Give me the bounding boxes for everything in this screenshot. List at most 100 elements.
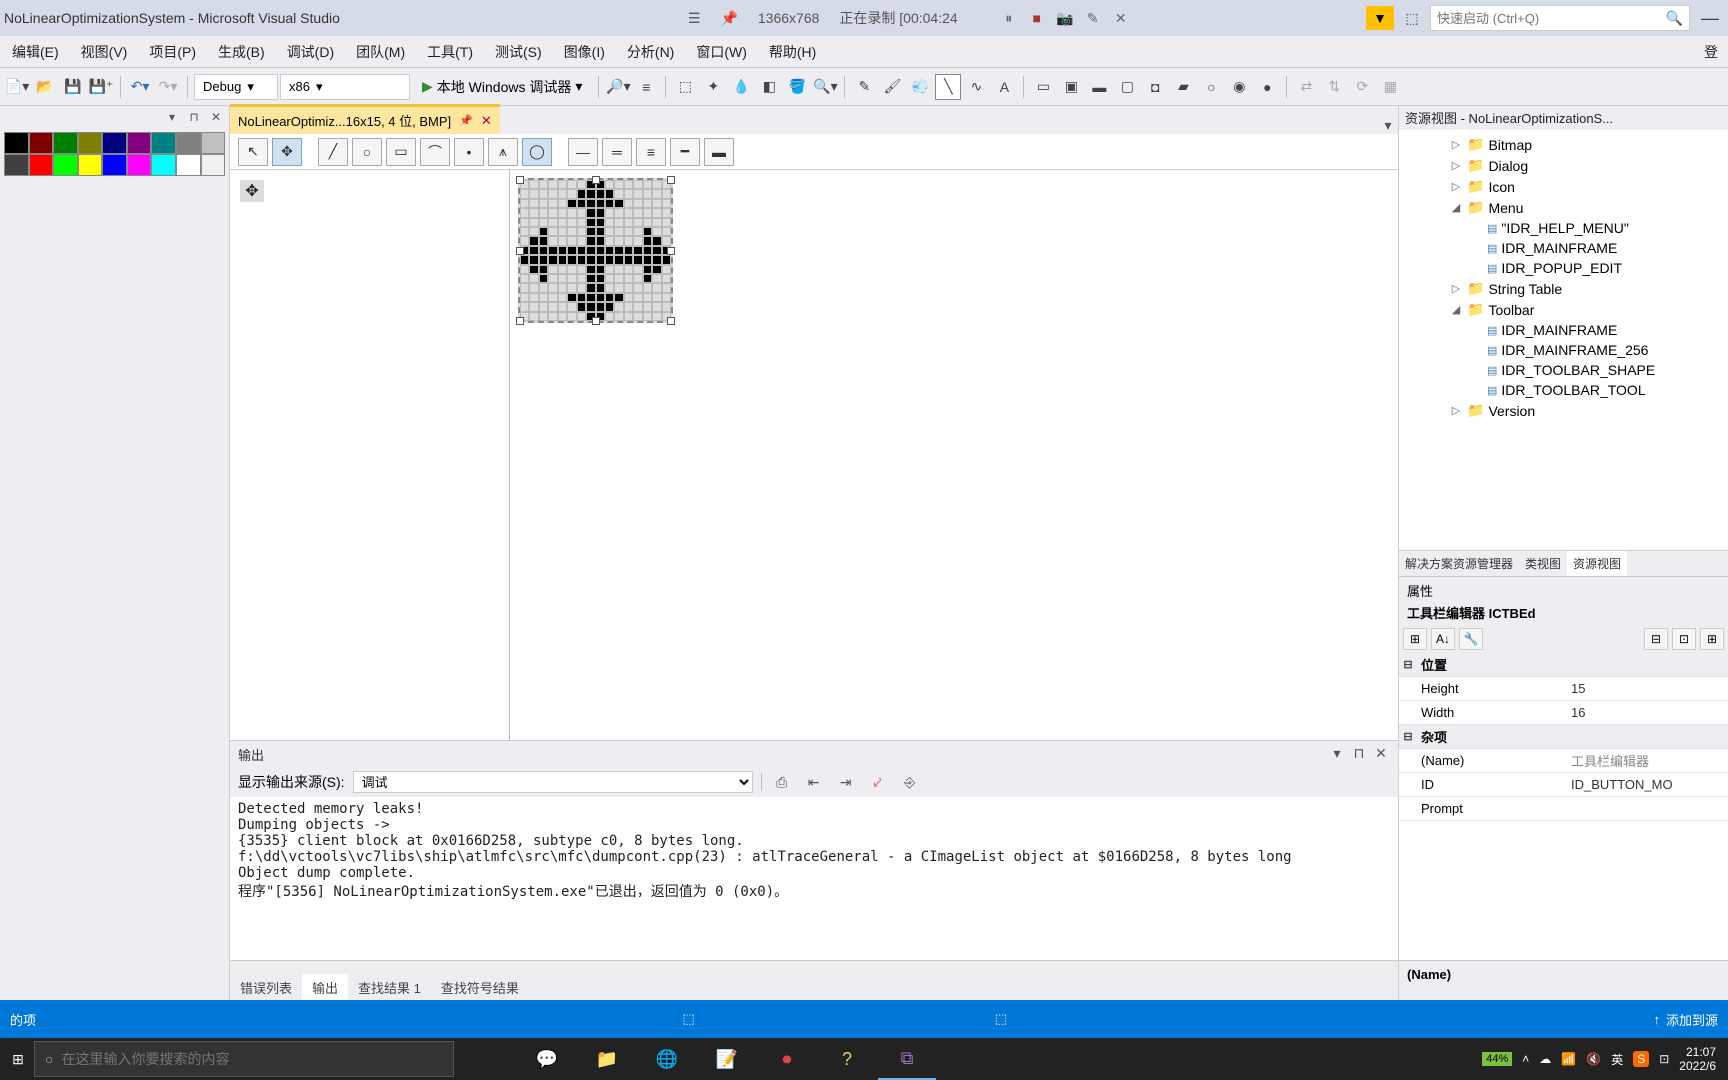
color-swatch[interactable] <box>102 154 127 176</box>
tray-misc-icon[interactable]: ⊡ <box>1659 1052 1669 1066</box>
tab-error-list[interactable]: 错误列表 <box>230 974 302 1000</box>
text-tool-icon[interactable]: A <box>991 74 1017 100</box>
menu-analyze[interactable]: 分析(N) <box>617 38 684 66</box>
color-swatch[interactable] <box>151 154 176 176</box>
shape-polyline-icon[interactable]: ⩚ <box>488 138 518 166</box>
rotate-icon[interactable]: ⟳ <box>1349 74 1375 100</box>
output-indent-left-icon[interactable]: ⇤ <box>802 771 826 793</box>
bitmap-thumbnail[interactable]: ✥ <box>240 180 264 202</box>
taskbar-app-browser[interactable]: 🌐 <box>638 1038 696 1080</box>
tree-node[interactable]: ▷📁String Table <box>1399 278 1728 299</box>
tree-node[interactable]: ▤IDR_MAINFRAME_256 <box>1399 340 1728 360</box>
hamburger-icon[interactable]: ☰ <box>688 10 701 27</box>
tray-cloud-icon[interactable]: ☁ <box>1539 1052 1551 1066</box>
rect-fill-icon[interactable]: ▬ <box>1086 74 1112 100</box>
prop-val-id[interactable]: ID_BUTTON_MO <box>1567 777 1728 792</box>
taskbar-app-notes[interactable]: 📝 <box>698 1038 756 1080</box>
menu-window[interactable]: 窗口(W) <box>686 38 757 66</box>
menu-team[interactable]: 团队(M) <box>346 38 415 66</box>
start-button[interactable]: ⊞ <box>4 1045 32 1073</box>
brush-icon[interactable]: 🖌 <box>879 74 905 100</box>
tree-node[interactable]: ▷📁Bitmap <box>1399 134 1728 155</box>
color-swatch[interactable] <box>102 132 127 154</box>
tab-close-icon[interactable]: ✕ <box>481 113 492 129</box>
rect-fill-outline-icon[interactable]: ▣ <box>1058 74 1084 100</box>
color-swatch[interactable] <box>4 154 29 176</box>
new-item-icon[interactable]: 📄▾ <box>4 74 30 100</box>
output-dropdown-icon[interactable]: ▾ <box>1328 745 1346 763</box>
panel-pin-icon[interactable]: ⊓ <box>185 108 203 126</box>
fill-icon[interactable]: 🪣 <box>784 74 810 100</box>
props-categorize-icon[interactable]: ⊞ <box>1403 628 1427 650</box>
resize-handle[interactable] <box>667 247 675 255</box>
tree-node[interactable]: ▤IDR_TOOLBAR_TOOL <box>1399 380 1728 400</box>
minimize-button[interactable]: — <box>1696 8 1724 29</box>
notification-flag-icon[interactable]: ▼ <box>1366 6 1394 30</box>
shape-circle-icon[interactable]: ○ <box>352 138 382 166</box>
pencil-icon[interactable]: ✎ <box>1082 7 1104 29</box>
login-link[interactable]: 登 <box>1704 42 1726 62</box>
tree-node[interactable]: ▷📁Dialog <box>1399 155 1728 176</box>
props-extra1-icon[interactable]: ⊟ <box>1644 628 1668 650</box>
tree-node[interactable]: ▤IDR_TOOLBAR_SHAPE <box>1399 360 1728 380</box>
prop-val-width[interactable]: 16 <box>1567 705 1728 720</box>
taskbar-search[interactable]: ○ <box>34 1041 454 1077</box>
color-swatch[interactable] <box>151 132 176 154</box>
menu-image[interactable]: 图像(I) <box>554 38 615 66</box>
eyedropper-icon[interactable]: 💧 <box>728 74 754 100</box>
status-mid1-icon[interactable]: ⬚ <box>682 1011 694 1027</box>
cursor-tool-icon[interactable]: ↖ <box>238 138 268 166</box>
undo-icon[interactable]: ↶▾ <box>127 74 153 100</box>
tree-node[interactable]: ▤IDR_MAINFRAME <box>1399 320 1728 340</box>
menu-test[interactable]: 测试(S) <box>485 38 552 66</box>
tab-find-symbols[interactable]: 查找符号结果 <box>431 974 529 1000</box>
pause-icon[interactable]: ⏸ <box>998 7 1020 29</box>
width-4-icon[interactable]: ━ <box>670 138 700 166</box>
tray-sogou-icon[interactable]: S <box>1633 1051 1649 1067</box>
platform-dropdown[interactable]: x86▾ <box>280 74 410 100</box>
color-swatch[interactable] <box>78 154 103 176</box>
shape-arc-icon[interactable]: ⌒ <box>420 138 450 166</box>
color-swatch[interactable] <box>176 154 201 176</box>
magic-wand-icon[interactable]: ✦ <box>700 74 726 100</box>
roundrect-outline-icon[interactable]: ▢ <box>1114 74 1140 100</box>
prop-cat-misc[interactable]: 杂项 <box>1417 727 1567 746</box>
eraser-icon[interactable]: ◧ <box>756 74 782 100</box>
color-swatch[interactable] <box>127 154 152 176</box>
color-swatch[interactable] <box>29 154 54 176</box>
toggle-icon[interactable]: ≡ <box>633 74 659 100</box>
stop-icon[interactable]: ■ <box>1026 7 1048 29</box>
output-goto-icon[interactable]: ⎆ <box>898 771 922 793</box>
ellipse-outline-icon[interactable]: ○ <box>1198 74 1224 100</box>
prop-cat-position[interactable]: 位置 <box>1417 655 1567 674</box>
tree-node[interactable]: ▤"IDR_HELP_MENU" <box>1399 218 1728 238</box>
shape-point-icon[interactable]: • <box>454 138 484 166</box>
resize-handle[interactable] <box>667 176 675 184</box>
run-debugger-button[interactable]: ▶ 本地 Windows 调试器 ▾ <box>412 74 592 100</box>
roundrect-fill-icon[interactable]: ▰ <box>1170 74 1196 100</box>
output-clear-icon[interactable]: ⎙ <box>770 771 794 793</box>
publish-icon[interactable]: ↑ <box>1653 1012 1660 1027</box>
taskbar-app-recorder[interactable]: ⏺ <box>758 1038 816 1080</box>
menu-debug[interactable]: 调试(D) <box>277 38 344 66</box>
resize-handle[interactable] <box>667 317 675 325</box>
select-region-icon[interactable]: ⬚ <box>672 74 698 100</box>
tree-node[interactable]: ▤IDR_MAINFRAME <box>1399 238 1728 258</box>
taskbar-search-input[interactable] <box>61 1051 443 1067</box>
color-swatch[interactable] <box>78 132 103 154</box>
resize-handle[interactable] <box>592 176 600 184</box>
menu-project[interactable]: 项目(P) <box>139 38 206 66</box>
save-icon[interactable]: 💾 <box>60 74 86 100</box>
output-text[interactable]: Detected memory leaks! Dumping objects -… <box>230 797 1398 960</box>
roundrect-fill-outline-icon[interactable]: ◘ <box>1142 74 1168 100</box>
close-rec-icon[interactable]: ✕ <box>1110 7 1132 29</box>
color-swatch[interactable] <box>4 132 29 154</box>
status-mid2-icon[interactable]: ⬚ <box>995 1011 1007 1027</box>
props-events-icon[interactable]: 🔧 <box>1459 628 1483 650</box>
airbrush-icon[interactable]: 💨 <box>907 74 933 100</box>
shape-ellipse-icon[interactable]: ◯ <box>522 138 552 166</box>
panel-close-icon[interactable]: ✕ <box>207 108 225 126</box>
resize-handle[interactable] <box>592 317 600 325</box>
quick-launch-search[interactable]: 🔍 <box>1430 5 1690 31</box>
resize-handle[interactable] <box>516 317 524 325</box>
